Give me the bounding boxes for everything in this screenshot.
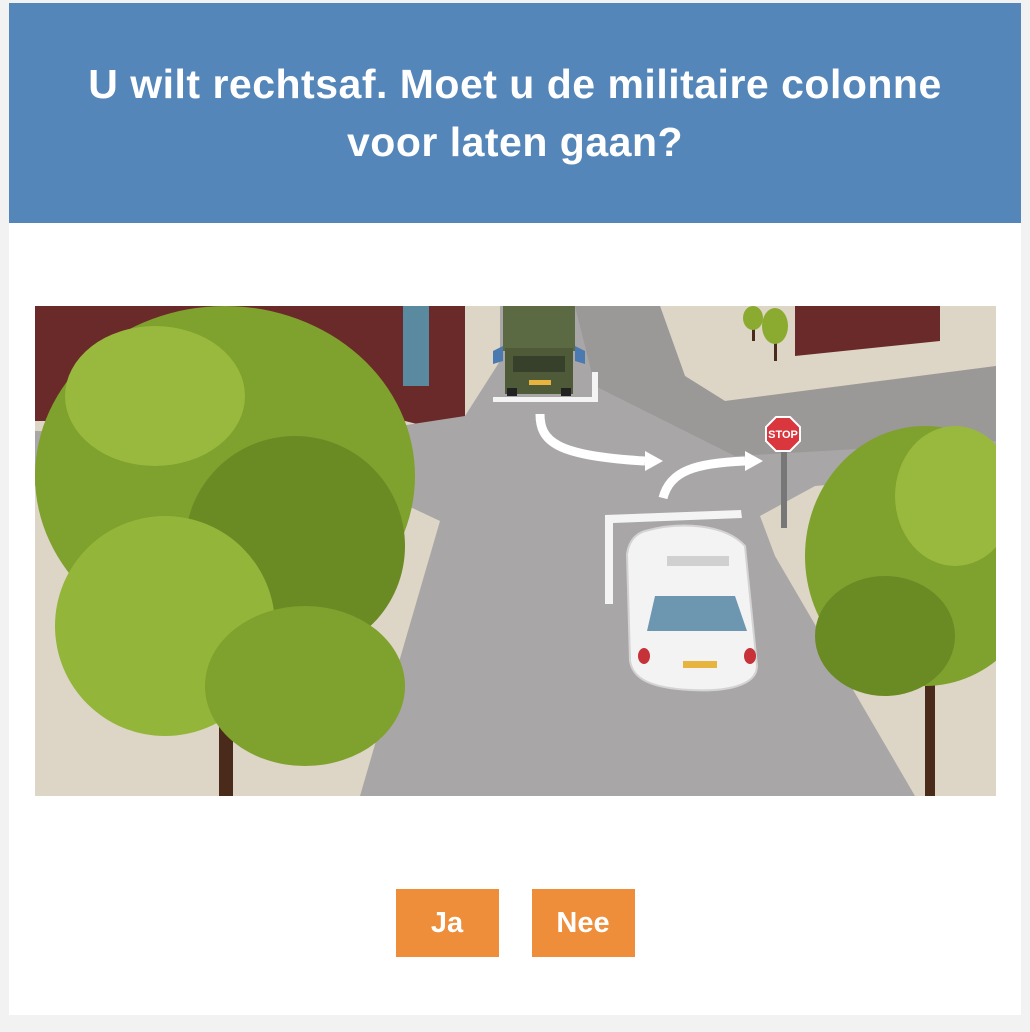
question-title: U wilt rechtsaf. Moet u de militaire col…: [88, 61, 942, 165]
answer-buttons: Ja Nee: [9, 889, 1021, 959]
intersection-svg: STOP: [35, 306, 996, 796]
white-car: [625, 524, 759, 692]
question-card: U wilt rechtsaf. Moet u de militaire col…: [9, 3, 1021, 1015]
military-truck: [493, 306, 585, 396]
intersection-illustration: STOP: [35, 306, 996, 796]
question-header: U wilt rechtsaf. Moet u de militaire col…: [9, 3, 1021, 223]
yes-button[interactable]: Ja: [395, 889, 499, 957]
no-button[interactable]: Nee: [531, 889, 635, 957]
stop-sign-text: STOP: [768, 429, 798, 441]
building-window: [403, 306, 429, 386]
